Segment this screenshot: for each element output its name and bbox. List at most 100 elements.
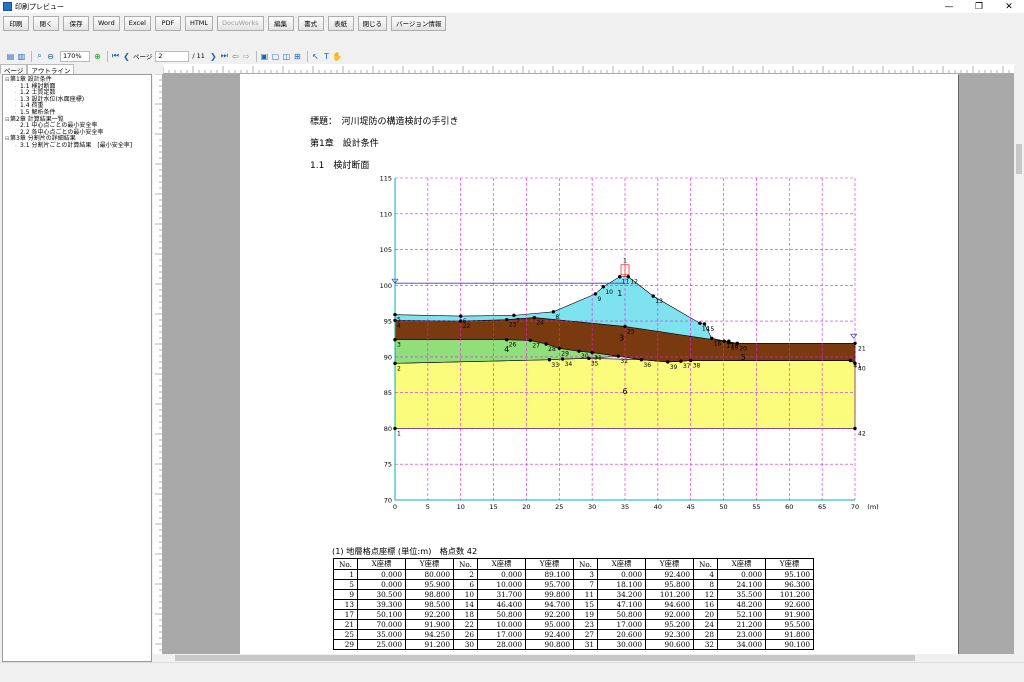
table-cell: 52.100 xyxy=(717,609,766,620)
node-label: 15 xyxy=(707,326,715,333)
table-cell: 90.800 xyxy=(525,639,574,650)
node-label: 25 xyxy=(627,328,635,335)
pointer-tool-icon[interactable]: ↖ xyxy=(311,52,320,61)
outline-item[interactable]: · 3.1 分割片ごとの計算結果 [最小安全率] xyxy=(5,141,149,150)
layer-label: 6 xyxy=(622,387,627,396)
toolbar-button-0[interactable]: 印刷 xyxy=(3,15,29,31)
zoom-in-icon[interactable]: ⊕ xyxy=(93,52,102,61)
table-cell: 92.200 xyxy=(525,609,574,620)
table-cell: 99.800 xyxy=(525,589,574,600)
x-tick-label: 50 xyxy=(719,503,727,511)
table-cell: 18.100 xyxy=(597,579,646,590)
table-cell: 27 xyxy=(573,629,598,640)
table-cell: 23.000 xyxy=(717,629,766,640)
toolbar-button-11[interactable]: 閉じる xyxy=(357,15,388,31)
toolbar-button-5[interactable]: PDF xyxy=(154,15,181,31)
toolbar-button-10[interactable]: 表紙 xyxy=(327,15,354,31)
node-label: 34 xyxy=(565,361,573,368)
zoom-out-icon[interactable]: ⊖ xyxy=(46,52,55,61)
node-label: 41 xyxy=(853,362,861,369)
document-viewport[interactable]: 標題： 河川堤防の構造検討の手引き 第1章 設計条件 1.1 検討断面 0 5 10… xyxy=(163,74,1014,654)
table-header-cell: Y座標 xyxy=(405,558,454,570)
page-setup-icon[interactable]: ▥ xyxy=(17,52,26,61)
first-page-icon[interactable]: ⏮ xyxy=(111,51,120,61)
toolbar-separator xyxy=(255,50,257,62)
zoom-tool-icon[interactable]: ⌕ xyxy=(35,51,44,61)
table-cell: 21 xyxy=(333,619,358,630)
multi-page-view-icon[interactable]: ⊞ xyxy=(293,52,302,61)
node-label: 23 xyxy=(509,322,517,329)
table-cell: 95.200 xyxy=(645,619,694,630)
fit-page-icon[interactable]: ▢ xyxy=(271,52,280,61)
tab-outline[interactable]: アウトライン xyxy=(27,64,75,75)
table-cell: 70.000 xyxy=(357,619,406,630)
table-cell: 0.000 xyxy=(357,579,406,590)
table-cell: 9 xyxy=(333,589,358,600)
y-tick-label: 75 xyxy=(384,461,392,469)
table-header-cell: No. xyxy=(453,558,478,570)
node-label: 36 xyxy=(643,362,651,369)
table-cell: 12 xyxy=(693,589,718,600)
node-label: 32 xyxy=(620,358,628,365)
toolbar-button-2[interactable]: 保存 xyxy=(63,15,89,31)
forward-icon[interactable]: ⇨ xyxy=(242,52,251,61)
table-cell: 90.600 xyxy=(645,639,694,650)
table-cell: 24 xyxy=(693,619,718,630)
text-select-icon[interactable]: T xyxy=(322,52,331,61)
toolbar-button-12[interactable]: バージョン情報 xyxy=(391,15,447,31)
horizontal-scroll-thumb[interactable] xyxy=(175,655,915,661)
table-cell: 30.500 xyxy=(357,589,406,600)
toolbar-button-9[interactable]: 書式 xyxy=(297,15,324,31)
table-cell: 25.000 xyxy=(357,639,406,650)
zoom-select[interactable]: 170% xyxy=(60,50,90,62)
toolbar-button-6[interactable]: HTML xyxy=(184,15,214,31)
previous-page-icon[interactable]: ❮ xyxy=(122,52,131,61)
table-cell: 32 xyxy=(693,639,718,650)
table-cell: 22 xyxy=(453,619,478,630)
table-cell: 10.000 xyxy=(477,619,526,630)
table-cell: 3 xyxy=(573,569,598,580)
toolbar-button-3[interactable]: Word xyxy=(93,15,120,31)
table-cell: 21.200 xyxy=(717,619,766,630)
x-tick-label: 70 xyxy=(851,503,859,511)
vertical-scroll-thumb[interactable] xyxy=(1016,144,1022,174)
outline-item-label: 3.1 分割片ごとの計算結果 [最小安全率] xyxy=(20,141,133,149)
table-header-cell: Y座標 xyxy=(645,558,694,570)
back-icon[interactable]: ⇦ xyxy=(231,52,240,61)
x-tick-label: 45 xyxy=(687,503,695,511)
table-cell: 35.500 xyxy=(717,589,766,600)
minimize-button[interactable]: — xyxy=(934,0,964,13)
vertical-scrollbar[interactable] xyxy=(1014,64,1024,662)
two-page-view-icon[interactable]: ◫ xyxy=(282,52,291,61)
table-cell: 0.000 xyxy=(357,569,406,580)
tab-page[interactable]: ページ xyxy=(0,64,28,75)
table-cell: 46.400 xyxy=(477,599,526,610)
layer-label: 1 xyxy=(617,289,622,298)
node-label: 16 xyxy=(714,340,722,347)
hand-tool-icon[interactable]: ✋ xyxy=(332,52,342,61)
page-number-input[interactable]: 2 xyxy=(155,50,190,62)
table-cell: 91.900 xyxy=(765,609,814,620)
print-icon[interactable]: ▤ xyxy=(6,52,15,61)
horizontal-scrollbar[interactable] xyxy=(163,654,1014,662)
close-window-button[interactable]: ✕ xyxy=(994,0,1024,13)
toolbar-button-8[interactable]: 編集 xyxy=(267,15,294,31)
table-row: 5 0.000 95.900 6 10.000 95.700 7 18.100 95.800 8 2… xyxy=(333,579,814,590)
table-cell: 0.000 xyxy=(477,569,526,580)
node-label: 42 xyxy=(858,430,866,437)
next-page-icon[interactable]: ❯ xyxy=(209,52,218,61)
chapter-heading: 第1章 設計条件 xyxy=(310,139,379,149)
table-cell: 17.000 xyxy=(477,629,526,640)
table-cell: 39.300 xyxy=(357,599,406,610)
x-tick-label: 60 xyxy=(785,503,793,511)
toolbar-button-4[interactable]: Excel xyxy=(123,15,151,31)
toolbar-button-7[interactable]: DocuWorks xyxy=(217,15,264,31)
maximize-button[interactable]: ❐ xyxy=(964,0,994,13)
toolbar-button-1[interactable]: 閉く xyxy=(33,15,59,31)
last-page-icon[interactable]: ⏭ xyxy=(220,51,229,61)
table-cell: 50.800 xyxy=(597,609,646,620)
single-page-view-icon[interactable]: ▣ xyxy=(260,52,269,61)
node-label: 8 xyxy=(555,314,559,321)
table-header-cell: X座標 xyxy=(717,558,766,570)
vertical-ruler xyxy=(153,74,163,654)
